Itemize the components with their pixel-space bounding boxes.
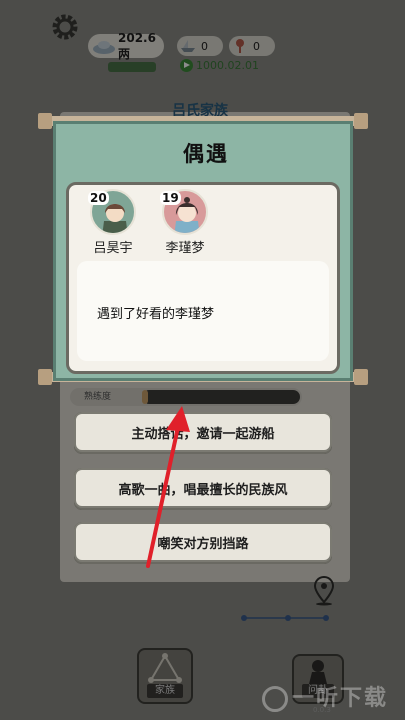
encounter-message: 遇到了好看的李瑾梦 [97, 307, 215, 322]
character-age: 20 [88, 191, 109, 205]
choice-chat-boat-button[interactable]: 主动搭话，邀请一起游船 [74, 412, 332, 452]
character-age: 19 [160, 191, 181, 205]
encounter-dialog: 偶遇 20 吕昊宇 19 李瑾梦 遇到了好看的李瑾梦 [53, 121, 353, 381]
character-name: 李瑾梦 [165, 241, 205, 256]
dialog-title: 偶遇 [183, 142, 229, 166]
choice-sing-button[interactable]: 高歌一曲，唱最擅长的民族风 [74, 468, 332, 508]
red-annotation-arrow [146, 406, 190, 568]
character-card[interactable]: 20 吕昊宇 [86, 189, 140, 256]
watermark: 一听下载 [262, 680, 388, 712]
choice-mock-button[interactable]: 嘲笑对方别挡路 [74, 522, 332, 562]
watermark-logo-icon [262, 686, 288, 712]
message-box: 遇到了好看的李瑾梦 [77, 261, 329, 361]
character-card[interactable]: 19 李瑾梦 [158, 189, 212, 256]
dialog-panel: 20 吕昊宇 19 李瑾梦 遇到了好看的李瑾梦 [66, 182, 340, 374]
character-name: 吕昊宇 [93, 241, 133, 256]
